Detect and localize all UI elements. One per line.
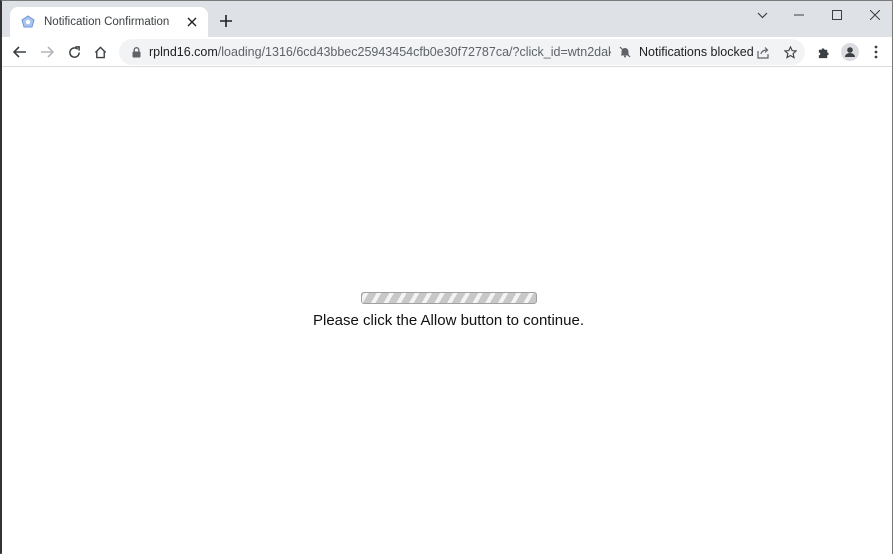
- kebab-menu-icon: [874, 45, 878, 59]
- bell-off-icon: [619, 46, 631, 58]
- star-icon: [783, 45, 797, 59]
- toolbar: rplnd16.com/loading/1316/6cd43bbec259434…: [2, 37, 892, 67]
- home-icon: [94, 45, 106, 58]
- forward-arrow-icon: [41, 46, 54, 58]
- notifications-blocked-chip[interactable]: Notifications blocked: [619, 45, 754, 59]
- profile-button[interactable]: [838, 40, 862, 64]
- close-icon: [870, 10, 880, 20]
- title-bar: Notification Confirmation: [2, 1, 892, 37]
- browser-window: Notification Confirmation rplnd16.com/lo…: [0, 0, 893, 554]
- url-path: /loading/1316/6cd43bbec25943454cfb0e30f7…: [217, 45, 611, 59]
- bookmark-button[interactable]: [778, 40, 802, 64]
- page-content: Please click the Allow button to continu…: [2, 68, 892, 554]
- home-button[interactable]: [88, 40, 112, 64]
- lock-icon[interactable]: [129, 46, 143, 58]
- minimize-icon: [794, 14, 804, 16]
- url-text[interactable]: rplnd16.com/loading/1316/6cd43bbec259434…: [149, 45, 611, 59]
- menu-button[interactable]: [864, 40, 888, 64]
- notifications-blocked-label: Notifications blocked: [639, 45, 754, 59]
- share-button[interactable]: [751, 40, 775, 64]
- plus-icon: [220, 15, 232, 27]
- new-tab-button[interactable]: [216, 11, 236, 31]
- loading-progress-bar: [361, 292, 537, 304]
- tab-search-button[interactable]: [744, 1, 780, 29]
- close-icon[interactable]: [184, 14, 200, 30]
- share-icon: [756, 46, 769, 59]
- close-window-button[interactable]: [857, 1, 893, 29]
- address-bar[interactable]: rplnd16.com/loading/1316/6cd43bbec259434…: [119, 39, 805, 65]
- tab-notification-confirmation[interactable]: Notification Confirmation: [10, 7, 208, 37]
- maximize-button[interactable]: [819, 1, 855, 29]
- globe-bell-icon: [20, 14, 36, 30]
- reload-icon: [68, 45, 80, 58]
- back-button[interactable]: [8, 40, 32, 64]
- maximize-icon: [832, 10, 842, 20]
- forward-button[interactable]: [35, 40, 59, 64]
- tab-title: Notification Confirmation: [44, 16, 170, 28]
- back-arrow-icon: [13, 46, 26, 58]
- url-host: rplnd16.com: [149, 45, 218, 59]
- puzzle-icon: [818, 47, 829, 58]
- chevron-down-icon: [757, 12, 767, 18]
- avatar-icon: [841, 43, 859, 61]
- instruction-message: Please click the Allow button to continu…: [313, 312, 584, 329]
- minimize-button[interactable]: [781, 1, 817, 29]
- reload-button[interactable]: [62, 40, 86, 64]
- extensions-button[interactable]: [811, 40, 835, 64]
